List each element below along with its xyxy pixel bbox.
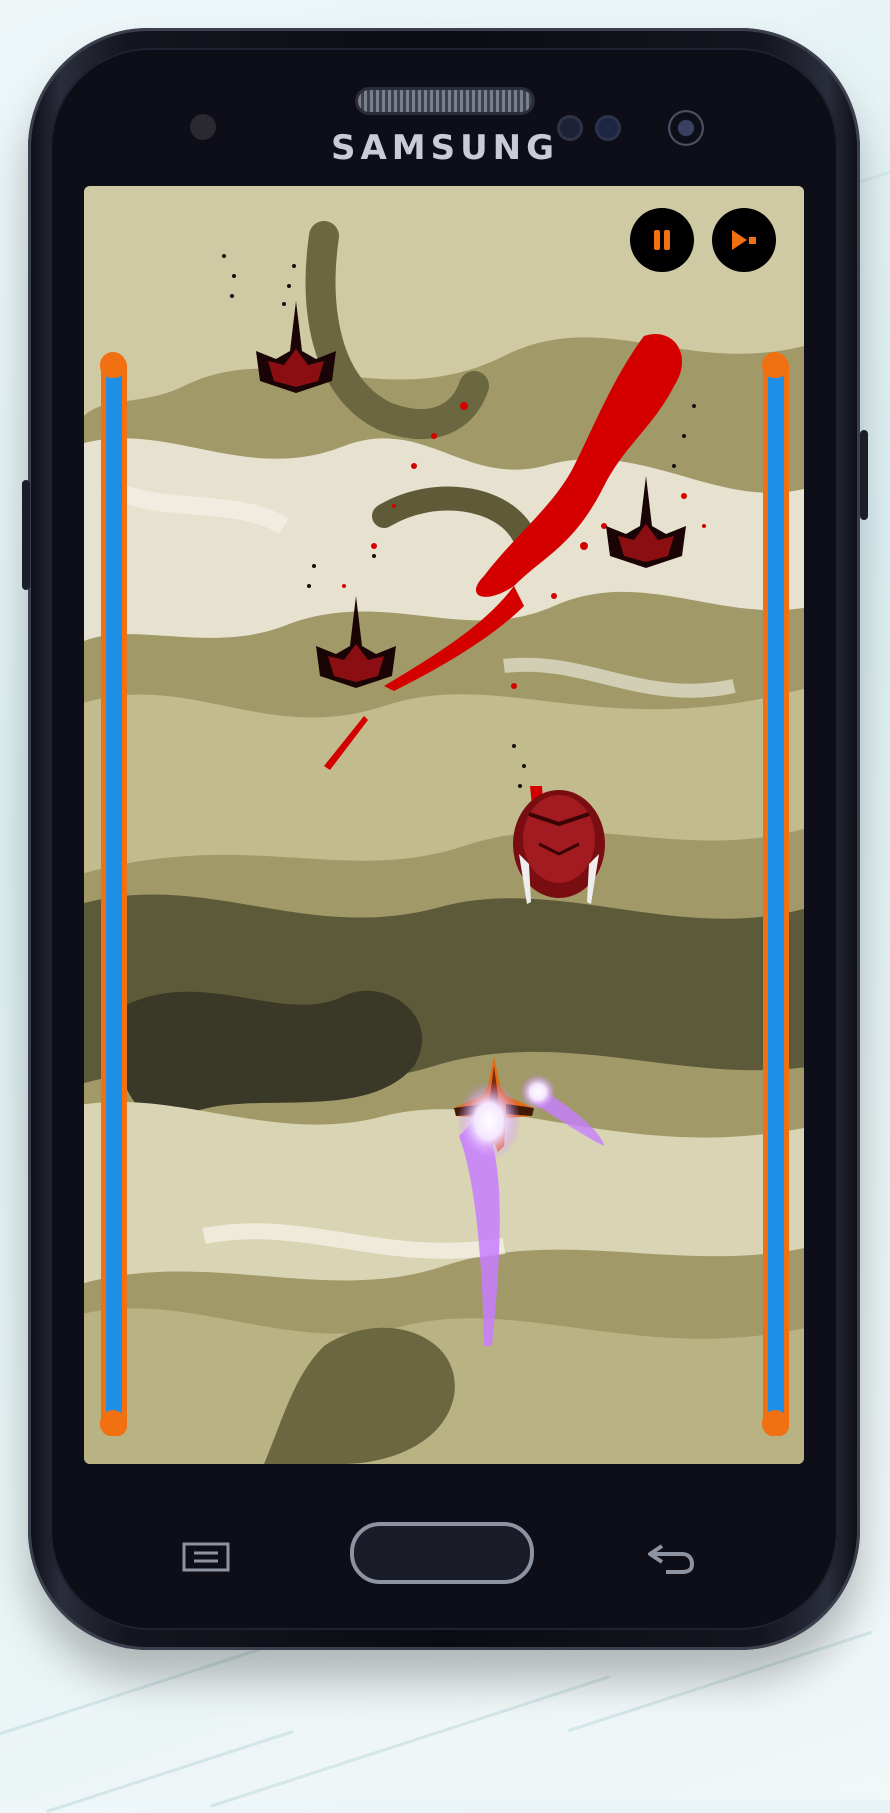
enemy-beast	[513, 790, 605, 904]
brand-logo: SAMSUNG	[330, 128, 560, 168]
pause-button[interactable]	[630, 208, 694, 272]
right-bar-bottom-cap	[762, 1410, 788, 1436]
back-arrow-icon[interactable]	[646, 1540, 696, 1576]
power-button	[860, 430, 868, 520]
menu-icon[interactable]	[182, 1542, 230, 1572]
sound-toggle-button[interactable]	[712, 208, 776, 272]
home-button[interactable]	[350, 1522, 534, 1584]
right-energy-bar	[763, 356, 789, 1436]
left-bar-bottom-cap	[100, 1410, 126, 1436]
pause-icon	[654, 230, 670, 250]
right-bar-top-cap	[762, 352, 788, 378]
volume-button	[22, 480, 30, 590]
earpiece-speaker	[358, 90, 532, 112]
left-bar-top-cap	[100, 352, 126, 378]
game-screen[interactable]	[84, 186, 804, 1464]
left-energy-bar	[101, 356, 127, 1436]
speaker-mute-icon	[732, 230, 756, 250]
